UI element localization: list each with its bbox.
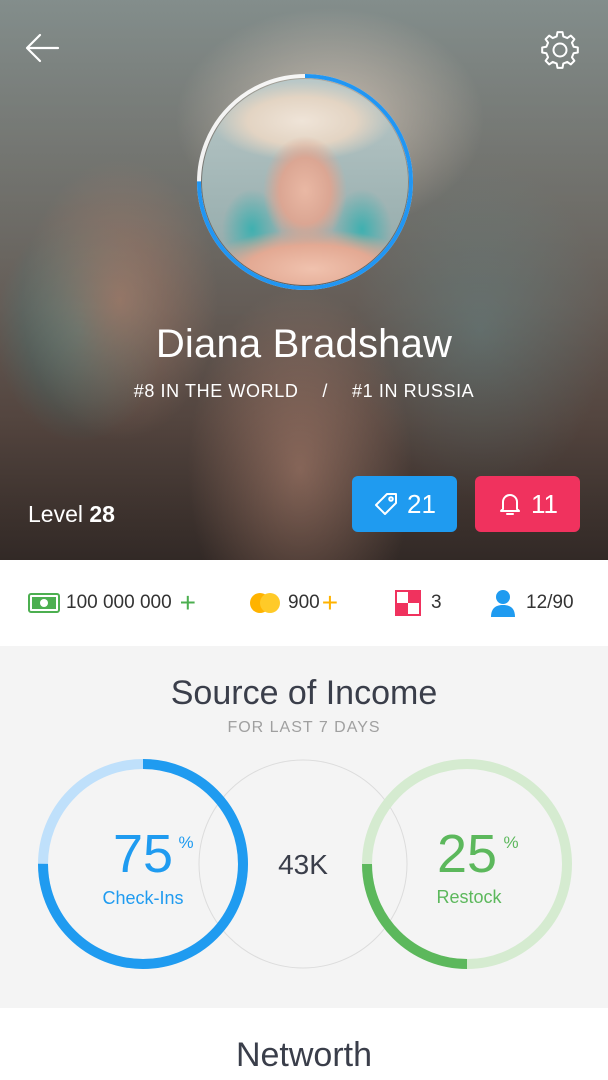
networth-section: Networth (0, 1008, 608, 1080)
stat-blocks: 3 (395, 560, 442, 646)
money-icon (28, 593, 60, 613)
blocks-icon (395, 590, 421, 616)
money-value: 100 000 000 (66, 592, 172, 613)
check-ins-unit: % (178, 833, 193, 852)
restock-label: Restock (436, 887, 502, 907)
stat-coins: 900 + (248, 560, 338, 646)
check-ins-percent: 75 (113, 824, 173, 884)
stat-money: 100 000 000 + (28, 560, 196, 646)
arrow-left-icon (25, 33, 60, 63)
profile-rank: #8 IN THE WORLD / #1 IN RUSSIA (0, 381, 608, 402)
bell-icon (500, 494, 520, 515)
back-button[interactable] (22, 28, 62, 68)
add-coins-button[interactable]: + (322, 589, 338, 617)
networth-title: Networth (235, 1036, 373, 1074)
gear-icon (541, 31, 579, 69)
tags-badge-button[interactable]: 21 (352, 476, 457, 532)
notifications-count: 11 (531, 488, 558, 519)
level-value: 28 (89, 501, 115, 527)
blocks-value: 3 (431, 592, 442, 613)
notifications-badge-button[interactable]: 11 (475, 476, 580, 532)
avatar-photo (202, 79, 408, 285)
income-chart: 75 % Check-Ins 43K 25 % Restock (38, 759, 572, 969)
profile-header: Diana Bradshaw #8 IN THE WORLD / #1 IN RUS… (0, 0, 608, 560)
level-label: Level (28, 501, 83, 527)
tags-count: 21 (407, 488, 436, 519)
coins-value: 900 (288, 592, 320, 613)
income-total: 43K (278, 849, 328, 880)
user-icon (491, 590, 515, 617)
profile-name: Diana Bradshaw (155, 322, 453, 366)
rank-world: #8 IN THE WORLD (133, 381, 299, 401)
rank-country: #1 IN RUSSIA (352, 381, 475, 401)
users-value: 12/90 (526, 592, 574, 613)
check-ins-label: Check-Ins (102, 888, 183, 908)
stats-bar: 100 000 000 + 900 + 3 12/90 (0, 560, 608, 646)
restock-percent: 25 (437, 824, 497, 884)
coins-icon (250, 593, 280, 613)
restock-unit: % (503, 833, 518, 852)
level-indicator: Level 28 (28, 501, 115, 528)
rank-separator: / (322, 381, 329, 401)
tag-icon (375, 493, 398, 515)
income-section: Source of Income FOR LAST 7 DAYS 75 % Ch… (0, 646, 608, 1008)
settings-button[interactable] (538, 28, 582, 72)
avatar[interactable] (195, 72, 415, 292)
add-money-button[interactable]: + (180, 589, 196, 617)
stat-users: 12/90 (490, 560, 574, 646)
